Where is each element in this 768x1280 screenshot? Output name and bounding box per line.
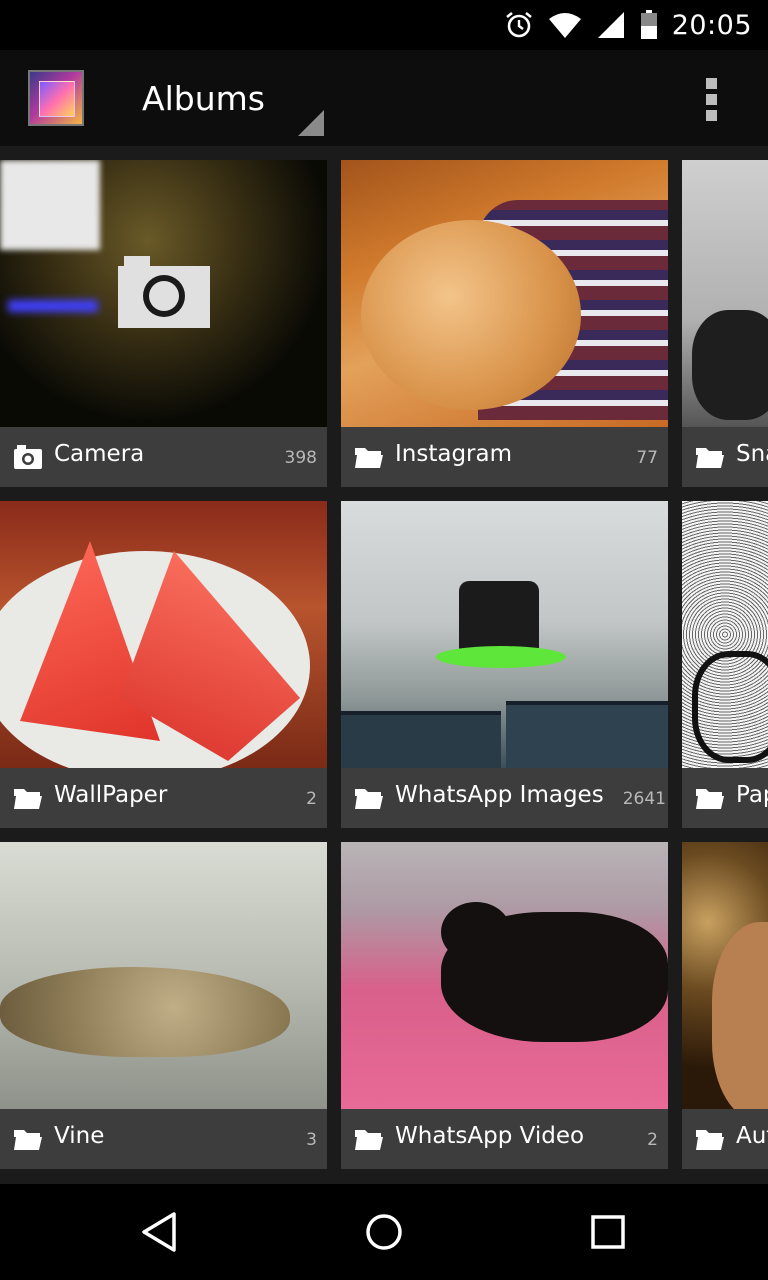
album-label-bar: WallPaper 2 (0, 768, 327, 828)
alarm-icon (505, 11, 532, 38)
album-count: 2 (647, 1130, 658, 1150)
album-count: 2 (306, 789, 317, 809)
album-name: Sna (736, 441, 768, 467)
album-name: Pap (736, 782, 768, 808)
album-tile-aut[interactable]: Aut (682, 842, 768, 1169)
album-name: WallPaper (54, 782, 168, 808)
status-time: 20:05 (671, 9, 752, 41)
album-name: WhatsApp Images (395, 782, 604, 808)
folder-icon (696, 448, 724, 468)
album-thumbnail (341, 842, 668, 1109)
album-label-bar: Camera 398 (0, 427, 327, 487)
album-thumbnail (0, 842, 327, 1109)
album-thumbnail (682, 842, 768, 1122)
status-icons: 20:05 (504, 8, 752, 42)
folder-icon (696, 789, 724, 809)
album-label-bar: Sna (682, 427, 768, 487)
album-name: Aut (736, 1123, 768, 1149)
album-tile-instagram[interactable]: Instagram 77 (341, 160, 668, 487)
folder-icon (355, 1130, 383, 1150)
album-label-bar: WhatsApp Images 2641 (341, 768, 668, 828)
home-icon[interactable] (358, 1206, 410, 1258)
album-thumbnail (341, 160, 668, 427)
album-count: 398 (284, 448, 317, 468)
overflow-menu-icon[interactable] (700, 76, 724, 124)
album-tile-camera[interactable]: Camera 398 (0, 160, 327, 487)
folder-icon (355, 789, 383, 809)
back-icon[interactable] (134, 1206, 186, 1258)
folder-icon (355, 448, 383, 468)
folder-icon (696, 1130, 724, 1150)
album-label-bar: Instagram 77 (341, 427, 668, 487)
camera-overlay-icon (118, 256, 210, 328)
album-tile-whatsapp-images[interactable]: WhatsApp Images 2641 (341, 501, 668, 828)
album-tile-vine[interactable]: Vine 3 (0, 842, 327, 1169)
album-thumbnail (0, 501, 327, 781)
dropdown-triangle-icon[interactable] (298, 110, 324, 136)
recents-icon[interactable] (582, 1206, 634, 1258)
album-name: Camera (54, 441, 145, 467)
battery-icon (640, 10, 657, 39)
album-grid: Camera 398 Instagram 77 Sna (0, 146, 768, 1184)
album-label-bar: Pap (682, 768, 768, 828)
camera-icon (14, 445, 42, 469)
folder-icon (14, 1130, 42, 1150)
wifi-icon (548, 13, 581, 38)
action-bar: Albums (0, 50, 768, 146)
album-name: WhatsApp Video (395, 1123, 585, 1149)
status-bar: 20:05 (0, 0, 768, 50)
album-thumbnail (682, 160, 768, 427)
navigation-bar (0, 1184, 768, 1280)
folder-icon (14, 789, 42, 809)
gallery-app-icon[interactable] (28, 70, 84, 126)
album-count: 2641 (622, 789, 666, 809)
album-name: Instagram (395, 441, 513, 467)
album-tile-wallpaper[interactable]: WallPaper 2 (0, 501, 327, 828)
album-thumbnail (682, 501, 768, 768)
album-count: 3 (306, 1130, 317, 1150)
album-label-bar: Vine 3 (0, 1109, 327, 1169)
album-dropdown-title[interactable]: Albums (142, 79, 265, 118)
album-label-bar: WhatsApp Video 2 (341, 1109, 668, 1169)
album-label-bar: Aut (682, 1109, 768, 1169)
album-tile-pap[interactable]: Pap (682, 501, 768, 828)
album-count: 77 (636, 448, 658, 468)
album-tile-whatsapp-video[interactable]: WhatsApp Video 2 (341, 842, 668, 1169)
album-thumbnail (0, 160, 327, 427)
album-thumbnail (341, 501, 668, 775)
signal-icon (597, 12, 624, 38)
album-tile-sna[interactable]: Sna (682, 160, 768, 487)
album-name: Vine (54, 1123, 105, 1149)
